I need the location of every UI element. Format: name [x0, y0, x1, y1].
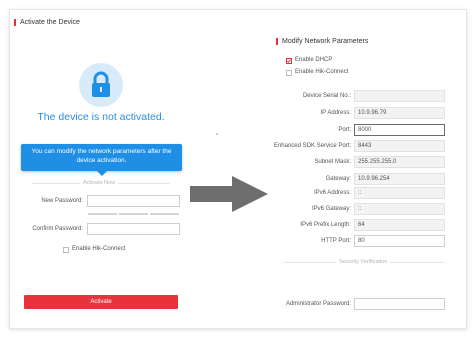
subnet-mask-value: 255.255.255.0	[354, 156, 445, 168]
enable-dhcp-checkbox[interactable]	[286, 58, 292, 64]
ipv6-prefix-value: 64	[354, 219, 445, 231]
network-tooltip: You can modify the network parameters af…	[21, 144, 182, 176]
enable-hik-connect-checkbox[interactable]	[286, 70, 292, 76]
activate-button[interactable]: Activate	[24, 295, 178, 309]
admin-password-label: Administrator Password:	[285, 301, 351, 307]
serial-number-value	[354, 90, 445, 102]
new-password-input[interactable]	[87, 195, 180, 207]
hik-connect-checkbox[interactable]	[63, 247, 69, 253]
sdk-port-label: Enhanced SDK Service Port:	[273, 143, 351, 149]
ip-address-label: IP Address:	[320, 110, 351, 116]
enable-dhcp-label: Enable DHCP	[295, 57, 333, 63]
sdk-port-value: 8443	[354, 140, 445, 152]
new-password-label: New Password:	[41, 198, 83, 204]
activate-now-label: Activate Now	[80, 180, 119, 186]
separator-dot	[216, 133, 218, 135]
checkmark-icon	[287, 59, 291, 63]
http-port-label: HTTP Port:	[321, 238, 351, 244]
enable-hik-connect-label: Enable Hik-Connect	[295, 69, 349, 75]
gateway-label: Gateway:	[325, 176, 351, 182]
lock-icon	[92, 71, 110, 97]
port-label: Port:	[338, 127, 351, 133]
password-strength-bar-3	[150, 213, 179, 215]
confirm-password-label: Confirm Password:	[32, 226, 83, 232]
hik-connect-label: Enable Hik-Connect	[72, 246, 126, 252]
activate-panel-title: Activate the Device	[14, 19, 80, 26]
ipv6-address-label: IPv6 Address:	[313, 190, 351, 196]
arrow-right-icon	[190, 176, 268, 212]
password-strength-bar-2	[119, 213, 148, 215]
title-accent-bar	[276, 38, 278, 45]
activation-status-text: The device is not activated.	[37, 111, 165, 123]
ip-address-value: 10.9.96.79	[354, 107, 445, 119]
security-verification-label: Security Verification	[336, 259, 391, 265]
ipv6-gateway-value: ::	[354, 203, 445, 215]
port-input[interactable]: 8000	[354, 124, 445, 136]
confirm-password-input[interactable]	[87, 223, 180, 235]
subnet-mask-label: Subnet Mask:	[314, 159, 351, 165]
ipv6-address-value: ::	[354, 187, 445, 199]
activate-panel-title-text: Activate the Device	[20, 19, 80, 26]
ipv6-gateway-label: IPv6 Gateway:	[311, 206, 351, 212]
network-panel-title-text: Modify Network Parameters	[282, 38, 369, 45]
network-panel-title: Modify Network Parameters	[276, 38, 368, 45]
password-strength-bar-1	[88, 213, 117, 215]
title-accent-bar	[14, 19, 16, 26]
gateway-value: 10.9.96.254	[354, 173, 445, 185]
http-port-input[interactable]: 80	[354, 235, 445, 247]
ipv6-prefix-label: IPv6 Prefix Length:	[300, 222, 351, 228]
admin-password-input[interactable]	[354, 298, 445, 310]
serial-number-label: Device Serial No.:	[302, 93, 351, 99]
